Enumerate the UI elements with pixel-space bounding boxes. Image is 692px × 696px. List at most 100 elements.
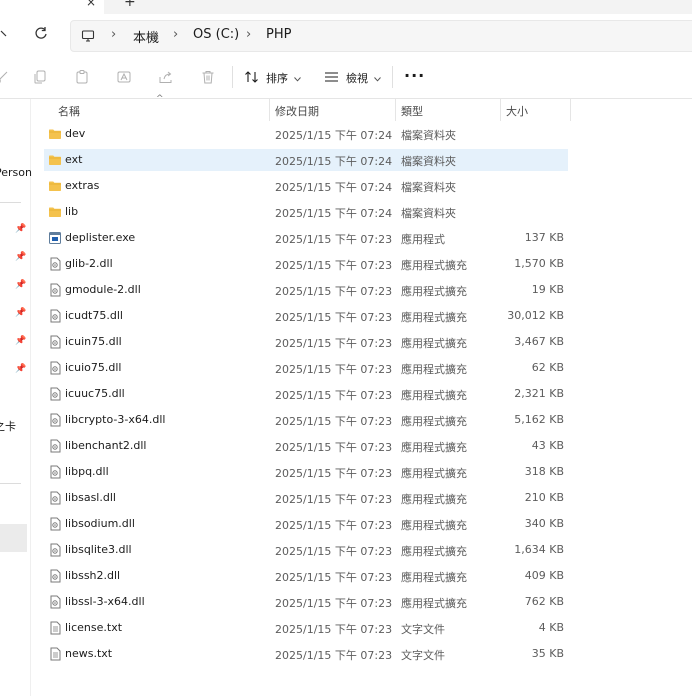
file-date-modified: 2025/1/15 下午 07:23 bbox=[275, 649, 393, 662]
file-size: 409 KB bbox=[524, 569, 564, 582]
file-name: extras bbox=[65, 179, 100, 192]
new-tab-icon[interactable]: + bbox=[124, 0, 136, 10]
breadcrumb-chevron-icon[interactable]: › bbox=[246, 27, 251, 42]
more-options-icon[interactable]: ··· bbox=[404, 66, 425, 85]
address-box[interactable]: › 本機 › OS (C:) › PHP bbox=[70, 20, 692, 52]
file-type: 檔案資料夾 bbox=[401, 181, 456, 194]
computer-icon[interactable] bbox=[81, 29, 95, 46]
breadcrumb-this-pc[interactable]: 本機 bbox=[133, 27, 159, 46]
file-row[interactable]: libsodium.dll 2025/1/15 下午 07:23 應用程式擴充 340… bbox=[44, 513, 568, 535]
up-arrow-icon[interactable] bbox=[0, 28, 8, 41]
file-row[interactable]: extras 2025/1/15 下午 07:24 檔案資料夾 bbox=[44, 175, 568, 197]
nav-item-personal[interactable]: Person bbox=[0, 166, 32, 179]
dll-icon bbox=[48, 595, 62, 609]
file-name: ext bbox=[65, 153, 83, 166]
file-date-modified: 2025/1/15 下午 07:23 bbox=[275, 571, 393, 584]
column-type-header[interactable]: 類型 bbox=[401, 103, 423, 119]
file-row[interactable]: libssh2.dll 2025/1/15 下午 07:23 應用程式擴充 409 K… bbox=[44, 565, 568, 587]
pin-icon[interactable]: 📌 bbox=[15, 280, 26, 290]
dll-icon bbox=[48, 465, 62, 479]
file-name: news.txt bbox=[65, 647, 113, 660]
cut-icon[interactable] bbox=[0, 69, 10, 85]
share-icon[interactable] bbox=[158, 69, 174, 85]
file-row[interactable]: libsqlite3.dll 2025/1/15 下午 07:23 應用程式擴充 1,… bbox=[44, 539, 568, 561]
file-row[interactable]: gmodule-2.dll 2025/1/15 下午 07:23 應用程式擴充 19 … bbox=[44, 279, 568, 301]
paste-icon[interactable] bbox=[74, 69, 90, 85]
column-name-header[interactable]: 名稱 bbox=[58, 103, 80, 119]
file-row[interactable]: icuuc75.dll 2025/1/15 下午 07:23 應用程式擴充 2,321… bbox=[44, 383, 568, 405]
file-type: 文字文件 bbox=[401, 649, 445, 662]
nav-divider bbox=[0, 483, 21, 484]
text-file-icon bbox=[48, 621, 62, 635]
column-divider[interactable] bbox=[570, 99, 571, 121]
column-divider[interactable] bbox=[500, 99, 501, 121]
dll-icon bbox=[48, 361, 62, 375]
pin-icon[interactable]: 📌 bbox=[15, 364, 26, 374]
file-name: dev bbox=[65, 127, 86, 140]
file-row[interactable]: deplister.exe 2025/1/15 下午 07:23 應用程式 137 K… bbox=[44, 227, 568, 249]
active-tab[interactable]: × bbox=[0, 0, 104, 14]
column-divider[interactable] bbox=[269, 99, 270, 121]
rename-icon[interactable] bbox=[116, 69, 132, 85]
file-row[interactable]: ext 2025/1/15 下午 07:24 檔案資料夾 bbox=[44, 149, 568, 171]
file-row[interactable]: libsasl.dll 2025/1/15 下午 07:23 應用程式擴充 210 K… bbox=[44, 487, 568, 509]
nav-item-card[interactable]: 之卡 bbox=[0, 418, 16, 434]
copy-icon[interactable] bbox=[32, 69, 48, 85]
nav-divider bbox=[0, 202, 21, 203]
file-row[interactable]: libpq.dll 2025/1/15 下午 07:23 應用程式擴充 318 KB bbox=[44, 461, 568, 483]
breadcrumb-chevron-icon[interactable]: › bbox=[111, 27, 116, 42]
dll-icon bbox=[48, 517, 62, 531]
file-type: 應用程式擴充 bbox=[401, 311, 467, 324]
file-row[interactable]: icuio75.dll 2025/1/15 下午 07:23 應用程式擴充 62 KB bbox=[44, 357, 568, 379]
file-name: deplister.exe bbox=[65, 231, 136, 244]
file-row[interactable]: icudt75.dll 2025/1/15 下午 07:23 應用程式擴充 30,01… bbox=[44, 305, 568, 327]
file-size: 4 KB bbox=[538, 621, 564, 634]
delete-icon[interactable] bbox=[200, 69, 216, 85]
sort-ascending-icon: ^ bbox=[156, 94, 164, 104]
file-date-modified: 2025/1/15 下午 07:23 bbox=[275, 623, 393, 636]
column-date-header[interactable]: 修改日期 bbox=[275, 103, 319, 119]
text-file-icon bbox=[48, 647, 62, 661]
sort-button[interactable]: 排序 bbox=[244, 69, 301, 87]
file-size: 340 KB bbox=[524, 517, 564, 530]
close-tab-icon[interactable]: × bbox=[86, 0, 96, 9]
file-name: license.txt bbox=[65, 621, 123, 634]
breadcrumb-drive-c[interactable]: OS (C:) bbox=[193, 27, 239, 42]
view-button[interactable]: 檢視 bbox=[324, 69, 381, 87]
view-label: 檢視 bbox=[346, 72, 368, 85]
file-type: 應用程式擴充 bbox=[401, 493, 467, 506]
file-row[interactable]: license.txt 2025/1/15 下午 07:23 文字文件 4 KB bbox=[44, 617, 568, 639]
pin-icon[interactable]: 📌 bbox=[15, 336, 26, 346]
file-date-modified: 2025/1/15 下午 07:23 bbox=[275, 441, 393, 454]
folder-icon bbox=[48, 205, 62, 219]
file-size: 210 KB bbox=[524, 491, 564, 504]
file-row[interactable]: dev 2025/1/15 下午 07:24 檔案資料夾 bbox=[44, 123, 568, 145]
pin-icon[interactable]: 📌 bbox=[15, 224, 26, 234]
dll-icon bbox=[48, 491, 62, 505]
refresh-icon[interactable] bbox=[34, 26, 48, 44]
dll-icon bbox=[48, 387, 62, 401]
file-name: libsodium.dll bbox=[65, 517, 135, 530]
folder-icon bbox=[48, 179, 62, 193]
pin-icon[interactable]: 📌 bbox=[15, 308, 26, 318]
file-row[interactable]: news.txt 2025/1/15 下午 07:23 文字文件 35 KB bbox=[44, 643, 568, 665]
file-name: libsqlite3.dll bbox=[65, 543, 132, 556]
file-row[interactable]: libcrypto-3-x64.dll 2025/1/15 下午 07:23 應用程… bbox=[44, 409, 568, 431]
file-row[interactable]: glib-2.dll 2025/1/15 下午 07:23 應用程式擴充 1,570 … bbox=[44, 253, 568, 275]
dll-icon bbox=[48, 439, 62, 453]
file-row[interactable]: libenchant2.dll 2025/1/15 下午 07:23 應用程式擴充 4… bbox=[44, 435, 568, 457]
breadcrumb-chevron-icon[interactable]: › bbox=[173, 27, 178, 42]
column-size-header[interactable]: 大小 bbox=[506, 103, 528, 119]
column-divider[interactable] bbox=[395, 99, 396, 121]
file-size: 19 KB bbox=[531, 283, 564, 296]
file-row[interactable]: lib 2025/1/15 下午 07:24 檔案資料夾 bbox=[44, 201, 568, 223]
file-date-modified: 2025/1/15 下午 07:23 bbox=[275, 233, 393, 246]
file-row[interactable]: libssl-3-x64.dll 2025/1/15 下午 07:23 應用程式擴充… bbox=[44, 591, 568, 613]
nav-item-selected[interactable] bbox=[0, 524, 27, 552]
file-row[interactable]: icuin75.dll 2025/1/15 下午 07:23 應用程式擴充 3,467… bbox=[44, 331, 568, 353]
breadcrumb-php[interactable]: PHP bbox=[266, 27, 291, 42]
file-name: icuin75.dll bbox=[65, 335, 122, 348]
file-name: libssh2.dll bbox=[65, 569, 121, 582]
pin-icon[interactable]: 📌 bbox=[15, 252, 26, 262]
file-date-modified: 2025/1/15 下午 07:23 bbox=[275, 285, 393, 298]
